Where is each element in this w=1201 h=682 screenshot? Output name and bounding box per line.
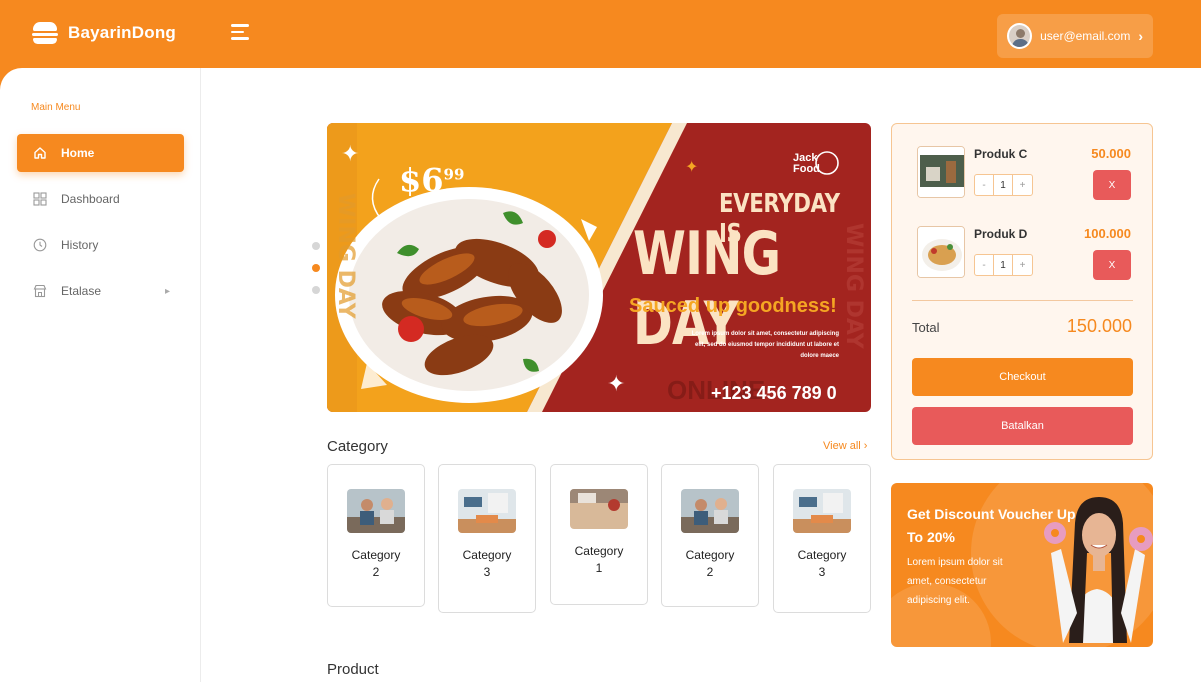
- sidebar-item-label: Home: [61, 146, 95, 160]
- view-all-link[interactable]: View all ›: [823, 440, 867, 452]
- category-name: Category: [351, 548, 401, 562]
- carousel-dot-3[interactable]: [312, 286, 320, 294]
- brand-name: BayarinDong: [68, 23, 176, 42]
- sparkle-icon: ✦: [341, 141, 360, 166]
- promo-text: Lorem ipsum dolor sit amet, consectetur …: [907, 557, 1003, 606]
- category-card[interactable]: Category 3: [773, 464, 871, 613]
- total-value: 150.000: [1066, 316, 1132, 336]
- divider: [912, 300, 1133, 301]
- total-label: Total: [912, 320, 940, 335]
- sparkle-icon: ✦: [685, 159, 699, 176]
- user-email: user@email.com: [1040, 29, 1131, 43]
- cart-item-name: Produk D: [974, 227, 1028, 241]
- chevron-right-icon: ›: [1138, 28, 1143, 44]
- clock-icon: [33, 238, 47, 252]
- category-name: Category: [574, 544, 624, 558]
- quantity-stepper: - 1 +: [974, 174, 1033, 196]
- category-card[interactable]: Category 3: [438, 464, 536, 613]
- category-label: Category 2: [352, 547, 401, 581]
- grid-icon: [33, 192, 47, 206]
- product-image: [917, 146, 965, 198]
- quantity-value[interactable]: 1: [994, 175, 1013, 195]
- chevron-right-icon: ›: [863, 440, 868, 452]
- banner-price-cents: 99: [443, 165, 465, 184]
- cart-item: Produk C 50.000 - 1 + X: [917, 146, 1137, 202]
- avatar: [1007, 23, 1033, 49]
- chevron-right-icon: ▸: [164, 285, 170, 297]
- sidebar: Main Menu Home Dashboard History Etalase…: [0, 68, 201, 682]
- svg-text:WING DAY: WING DAY: [333, 193, 358, 320]
- store-icon: [33, 284, 47, 298]
- category-label: Category 2: [686, 547, 735, 581]
- banner-phone: +123 456 789 0: [711, 383, 837, 403]
- increment-button[interactable]: +: [1013, 255, 1032, 275]
- promo-banner[interactable]: WING DAY WING DAY $699 Jack Food EVERYDA…: [327, 123, 871, 412]
- top-bar: BayarinDong user@email.com ›: [0, 0, 1201, 68]
- burger-logo-icon: [32, 20, 58, 46]
- decrement-button[interactable]: -: [975, 175, 994, 195]
- cart-item-name: Produk C: [974, 147, 1028, 161]
- home-icon: [33, 146, 47, 160]
- category-name: Category: [462, 548, 512, 562]
- brand[interactable]: BayarinDong: [32, 20, 176, 46]
- remove-item-button[interactable]: X: [1093, 250, 1131, 280]
- category-image: [793, 489, 851, 533]
- sidebar-item-history[interactable]: History: [17, 226, 184, 264]
- remove-item-button[interactable]: X: [1093, 170, 1131, 200]
- category-title: Category: [327, 438, 388, 455]
- category-label: Category 3: [463, 547, 512, 581]
- banner-price: $699: [399, 161, 464, 199]
- sparkle-icon: ✦: [607, 371, 626, 396]
- category-number: 3: [818, 565, 826, 579]
- quantity-value[interactable]: 1: [994, 255, 1013, 275]
- category-name: Category: [797, 548, 847, 562]
- carousel-dot-2[interactable]: [312, 264, 320, 272]
- category-label: Category 3: [798, 547, 847, 581]
- banner-tagline: Sauced up goodness!: [629, 295, 837, 317]
- promo-title: Get Discount Voucher Up To 20%: [907, 506, 1076, 545]
- hamburger-menu-icon[interactable]: [231, 24, 251, 44]
- category-label: Category 1: [575, 543, 624, 577]
- cancel-button[interactable]: Batalkan: [912, 407, 1133, 445]
- category-card[interactable]: Category 2: [661, 464, 759, 607]
- decrement-button[interactable]: -: [975, 255, 994, 275]
- carousel-dot-1[interactable]: [312, 242, 320, 250]
- sidebar-item-label: Etalase: [61, 284, 102, 298]
- product-image: [917, 226, 965, 278]
- cart-item-price: 50.000: [1091, 146, 1131, 161]
- banner-price-dollars: $6: [399, 161, 444, 199]
- checkout-button[interactable]: Checkout: [912, 358, 1133, 396]
- sidebar-item-home[interactable]: Home: [17, 134, 184, 172]
- increment-button[interactable]: +: [1013, 175, 1032, 195]
- svg-text:WING DAY: WING DAY: [841, 223, 866, 350]
- view-all-label: View all: [823, 440, 861, 452]
- sidebar-item-label: History: [61, 238, 99, 252]
- main-menu-label: Main Menu: [31, 102, 81, 113]
- category-number: 3: [483, 565, 491, 579]
- category-image: [681, 489, 739, 533]
- quantity-stepper: - 1 +: [974, 254, 1033, 276]
- category-number: 2: [706, 565, 714, 579]
- sidebar-item-etalase[interactable]: Etalase ▸: [17, 272, 184, 310]
- sidebar-item-dashboard[interactable]: Dashboard: [17, 180, 184, 218]
- category-number: 2: [372, 565, 380, 579]
- cart-panel: Produk C 50.000 - 1 + X Produk D 100.000…: [891, 123, 1153, 460]
- user-menu[interactable]: user@email.com ›: [997, 14, 1153, 58]
- category-card[interactable]: Category 2: [327, 464, 425, 607]
- category-image: [570, 489, 628, 529]
- sidebar-item-label: Dashboard: [61, 192, 120, 206]
- category-number: 1: [595, 561, 603, 575]
- category-name: Category: [685, 548, 735, 562]
- banner-brand: Jack Food: [793, 152, 820, 175]
- product-title: Product: [327, 661, 379, 678]
- cart-item: Produk D 100.000 - 1 + X: [917, 226, 1137, 282]
- cart-item-price: 100.000: [1084, 226, 1131, 241]
- discount-promo-card[interactable]: Get Discount Voucher Up To 20% Lorem ips…: [891, 483, 1153, 647]
- carousel-dots: [312, 242, 320, 308]
- category-card[interactable]: Category 1: [550, 464, 648, 605]
- category-image: [347, 489, 405, 533]
- banner-body-text: Lorem ipsum dolor sit amet, consectetur …: [691, 331, 839, 359]
- category-image: [458, 489, 516, 533]
